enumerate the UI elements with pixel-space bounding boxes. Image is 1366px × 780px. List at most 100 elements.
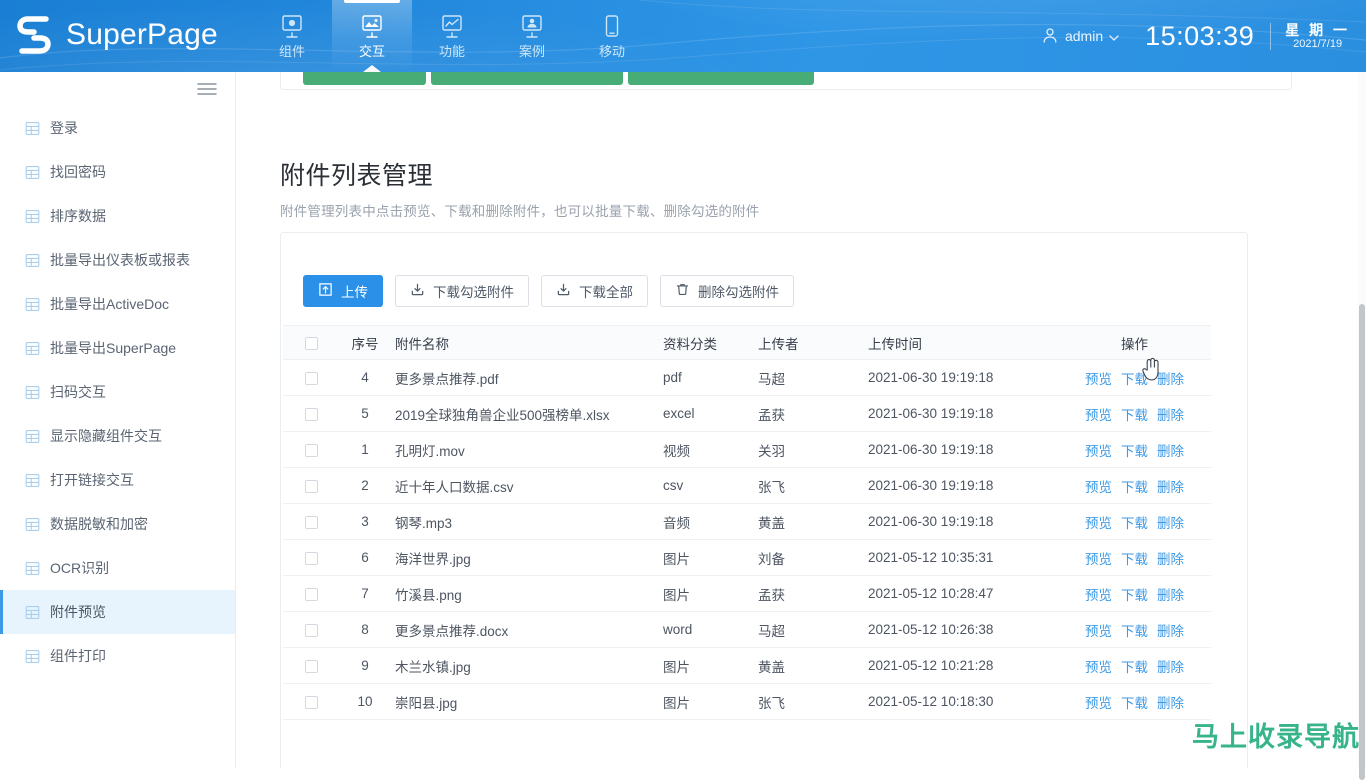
upload-button[interactable]: 上传: [303, 275, 383, 307]
preview-link[interactable]: 预览: [1085, 476, 1112, 496]
preview-link[interactable]: 预览: [1085, 620, 1112, 640]
user-menu[interactable]: admin: [1041, 26, 1119, 47]
row-checkbox[interactable]: [305, 660, 318, 673]
page-scrollbar-thumb[interactable]: [1359, 304, 1365, 780]
user-name: admin: [1065, 28, 1103, 44]
preview-link[interactable]: 预览: [1085, 512, 1112, 532]
row-operations: 预览下载删除: [1085, 512, 1184, 532]
download-link[interactable]: 下载: [1121, 584, 1148, 604]
sidebar-item-2[interactable]: 排序数据: [0, 194, 235, 238]
download-link[interactable]: 下载: [1121, 692, 1148, 712]
download-selected-button[interactable]: 下载勾选附件: [395, 275, 529, 307]
sidebar-item-7[interactable]: 显示隐藏组件交互: [0, 414, 235, 458]
row-category: 图片: [663, 684, 758, 720]
preview-link[interactable]: 预览: [1085, 548, 1112, 568]
sidebar-item-8[interactable]: 打开链接交互: [0, 458, 235, 502]
sidebar-item-label: 显示隐藏组件交互: [50, 426, 162, 446]
sidebar-item-6[interactable]: 扫码交互: [0, 370, 235, 414]
download-link[interactable]: 下载: [1121, 440, 1148, 460]
sidebar-toggle-button[interactable]: [0, 72, 235, 106]
preview-link[interactable]: 预览: [1085, 368, 1112, 388]
button-label: 上传: [341, 281, 368, 301]
select-all-checkbox[interactable]: [305, 337, 318, 350]
brand[interactable]: SuperPage: [14, 13, 218, 57]
row-checkbox[interactable]: [305, 408, 318, 421]
delete-link[interactable]: 删除: [1157, 476, 1184, 496]
row-checkbox[interactable]: [305, 624, 318, 637]
row-checkbox[interactable]: [305, 372, 318, 385]
row-checkbox[interactable]: [305, 552, 318, 565]
row-select-cell: [283, 612, 335, 648]
preview-link[interactable]: 预览: [1085, 584, 1112, 604]
sidebar-item-3[interactable]: 批量导出仪表板或报表: [0, 238, 235, 282]
green-button-3[interactable]: [628, 72, 814, 85]
delete-link[interactable]: 删除: [1157, 404, 1184, 424]
top-nav: 组件 交互 功能: [252, 0, 652, 72]
green-button-1[interactable]: [303, 72, 426, 85]
row-filename: 崇阳县.jpg: [395, 684, 663, 720]
nav-item-interaction[interactable]: 交互: [332, 0, 412, 72]
delete-link[interactable]: 删除: [1157, 512, 1184, 532]
button-label: 下载勾选附件: [433, 281, 514, 301]
row-select-cell: [283, 396, 335, 432]
nav-item-function[interactable]: 功能: [412, 0, 492, 72]
row-index: 9: [335, 648, 395, 684]
sidebar-item-10[interactable]: OCR识别: [0, 546, 235, 590]
row-uploader: 孟获: [758, 396, 868, 432]
row-select-cell: [283, 648, 335, 684]
preview-link[interactable]: 预览: [1085, 692, 1112, 712]
download-link[interactable]: 下载: [1121, 368, 1148, 388]
nav-item-components[interactable]: 组件: [252, 0, 332, 72]
sidebar-item-4[interactable]: 批量导出ActiveDoc: [0, 282, 235, 326]
delete-link[interactable]: 删除: [1157, 620, 1184, 640]
row-upload-time: 2021-05-12 10:28:47: [868, 576, 1058, 612]
nav-item-cases[interactable]: 案例: [492, 0, 572, 72]
preview-link[interactable]: 预览: [1085, 440, 1112, 460]
row-checkbox[interactable]: [305, 516, 318, 529]
download-link[interactable]: 下载: [1121, 656, 1148, 676]
delete-link[interactable]: 删除: [1157, 440, 1184, 460]
delete-link[interactable]: 删除: [1157, 656, 1184, 676]
download-link[interactable]: 下载: [1121, 404, 1148, 424]
download-link[interactable]: 下载: [1121, 620, 1148, 640]
row-uploader: 关羽: [758, 432, 868, 468]
clock-time: 15:03:39: [1145, 23, 1270, 50]
row-checkbox[interactable]: [305, 588, 318, 601]
download-all-button[interactable]: 下载全部: [541, 275, 648, 307]
sidebar-item-11[interactable]: 附件预览: [0, 590, 235, 634]
delete-selected-button[interactable]: 删除勾选附件: [660, 275, 794, 307]
row-index: 2: [335, 468, 395, 504]
superpage-logo-icon: [14, 13, 54, 57]
row-checkbox[interactable]: [305, 444, 318, 457]
nav-item-mobile[interactable]: 移动: [572, 0, 652, 72]
sidebar-menu: 登录找回密码排序数据批量导出仪表板或报表批量导出ActiveDoc批量导出Sup…: [0, 106, 235, 678]
delete-link[interactable]: 删除: [1157, 584, 1184, 604]
preview-link[interactable]: 预览: [1085, 656, 1112, 676]
row-operations-cell: 预览下载删除: [1058, 684, 1211, 720]
page-scrollbar-track[interactable]: [1358, 72, 1366, 768]
preview-link[interactable]: 预览: [1085, 404, 1112, 424]
row-index: 6: [335, 540, 395, 576]
sidebar-item-12[interactable]: 组件打印: [0, 634, 235, 678]
delete-link[interactable]: 删除: [1157, 692, 1184, 712]
sidebar-item-5[interactable]: 批量导出SuperPage: [0, 326, 235, 370]
nav-label: 功能: [439, 45, 465, 58]
delete-link[interactable]: 删除: [1157, 548, 1184, 568]
download-link[interactable]: 下载: [1121, 548, 1148, 568]
row-operations: 预览下载删除: [1085, 656, 1184, 676]
table-row: 6海洋世界.jpg图片刘备2021-05-12 10:35:31预览下载删除: [283, 540, 1211, 576]
row-operations-cell: 预览下载删除: [1058, 540, 1211, 576]
sidebar-item-0[interactable]: 登录: [0, 106, 235, 150]
monitor-chart-icon: [438, 14, 466, 40]
download-link[interactable]: 下载: [1121, 476, 1148, 496]
green-button-2[interactable]: [431, 72, 623, 85]
row-filename: 近十年人口数据.csv: [395, 468, 663, 504]
row-checkbox[interactable]: [305, 696, 318, 709]
download-link[interactable]: 下载: [1121, 512, 1148, 532]
delete-link[interactable]: 删除: [1157, 368, 1184, 388]
row-checkbox[interactable]: [305, 480, 318, 493]
row-uploader: 刘备: [758, 540, 868, 576]
sidebar-item-9[interactable]: 数据脱敏和加密: [0, 502, 235, 546]
column-index: 序号: [335, 326, 395, 360]
sidebar-item-1[interactable]: 找回密码: [0, 150, 235, 194]
